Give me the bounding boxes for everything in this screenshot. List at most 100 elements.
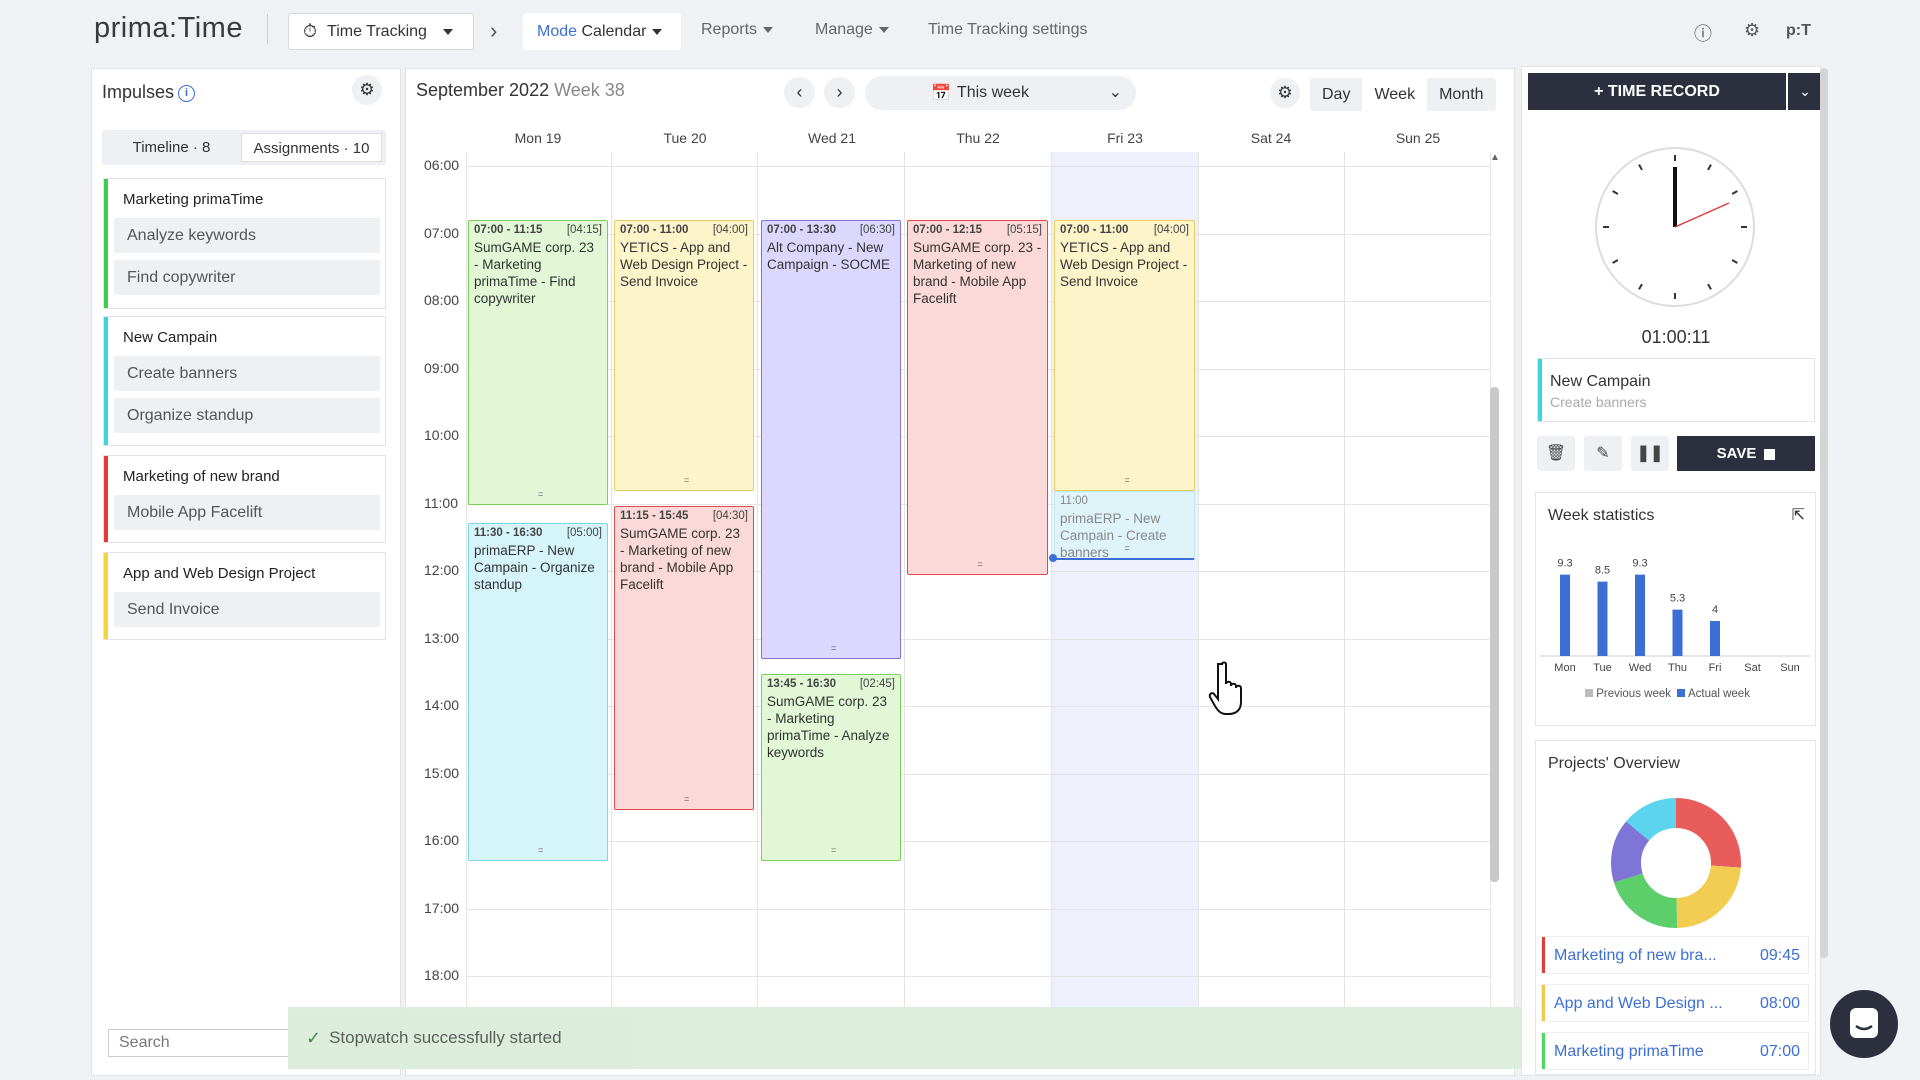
gear-icon[interactable]: ⚙ — [1744, 20, 1760, 41]
assignment-item[interactable]: Organize standup — [114, 398, 380, 433]
stat-day-label: Thu — [1668, 662, 1687, 674]
assignment-group: App and Web Design Project Send Invoice — [103, 552, 386, 640]
hour-line — [466, 841, 1491, 842]
stop-icon — [1764, 448, 1776, 460]
stat-value-label: 9.3 — [1557, 558, 1572, 570]
app-logo[interactable]: prima:Time — [94, 12, 268, 45]
impulses-tabs: Timeline · 8 Assignments · 10 — [102, 130, 386, 165]
calendar-grid[interactable]: 06:00 07:00 08:00 09:00 10:00 11:00 12:00 13:00… — [416, 152, 1491, 1010]
impulses-settings-gear-icon[interactable]: ⚙ — [352, 75, 382, 105]
assignment-item[interactable]: Mobile App Facelift — [114, 495, 380, 530]
hour-label: 14:00 — [424, 697, 460, 713]
info-icon[interactable]: i — [178, 84, 196, 102]
calendar-event[interactable]: 07:00 - 13:30 [06:30] Alt Company - New C… — [761, 220, 901, 659]
search-input[interactable]: Search — [108, 1029, 294, 1057]
stopwatch-icon: ⏱ — [303, 21, 318, 41]
project-row[interactable]: Marketing of new bra... 09:45 — [1541, 936, 1809, 974]
group-title: App and Web Design Project — [123, 565, 316, 582]
hour-label: 11:00 — [424, 494, 458, 511]
stat-bar — [1560, 574, 1570, 656]
stopwatch-timer: 01:00:11 — [1641, 327, 1711, 347]
check-icon: ✓ — [306, 1027, 322, 1048]
calendar-event[interactable]: 11:30 - 16:30 [05:00] primaERP - New Camp… — [468, 523, 608, 861]
project-row[interactable]: App and Web Design ... 08:00 — [1541, 984, 1809, 1022]
hour-label: 10:00 — [424, 427, 460, 443]
mode-calendar-menu[interactable]: Mode Calendar — [523, 13, 681, 50]
stat-day-label: Sun — [1780, 662, 1800, 674]
current-time-marker — [1049, 554, 1057, 562]
assignment-item[interactable]: Analyze keywords — [114, 218, 380, 253]
reports-menu[interactable]: Reports — [701, 21, 774, 39]
group-title: Marketing of new brand — [123, 468, 280, 485]
time-record-dropdown[interactable]: ⌄ — [1788, 73, 1822, 110]
chat-button[interactable] — [1830, 990, 1898, 1058]
delete-trash-icon[interactable]: 🗑 — [1537, 436, 1575, 471]
running-event[interactable]: 11:00 primaERP - New Campain - Create ba… — [1054, 491, 1195, 560]
day-header: Tue 20 — [663, 130, 707, 146]
time-tracking-settings-link[interactable]: Time Tracking settings — [928, 21, 1087, 39]
chat-icon — [1850, 1008, 1878, 1038]
day-header: Sat 24 — [1250, 130, 1292, 146]
stat-day-label: Fri — [1708, 662, 1722, 674]
calendar-event[interactable]: 07:00 - 12:15 [05:15] SumGAME corp. 23 - … — [907, 220, 1048, 575]
next-week-button[interactable]: › — [824, 77, 855, 108]
calendar-scrollbar[interactable] — [1490, 387, 1499, 882]
calendar-event[interactable]: 11:15 - 15:45 [04:30] SumGAME corp. 23 - … — [614, 506, 754, 810]
project-row[interactable]: Marketing primaTime 07:00 — [1541, 1032, 1809, 1070]
chevron-right-icon: › — [490, 18, 498, 43]
scroll-up-icon[interactable]: ▲ — [1490, 152, 1500, 163]
calendar-event[interactable]: 07:00 - 11:15 [04:15] SumGAME corp. 23 - … — [468, 220, 608, 505]
user-avatar[interactable]: p:T — [1786, 22, 1811, 40]
current-task-card[interactable]: New Campain Create banners — [1537, 358, 1815, 422]
hour-line — [466, 908, 1491, 910]
assignment-item[interactable]: Send Invoice — [114, 592, 380, 627]
pause-icon[interactable]: ❚❚ — [1631, 436, 1669, 471]
stat-bar — [1635, 574, 1645, 656]
projects-overview-title: Projects' Overview — [1548, 755, 1680, 772]
calendar-event[interactable]: 07:00 - 11:00 [04:00] YETICS - App and We… — [614, 220, 754, 491]
add-time-record-button[interactable]: + TIME RECORD — [1528, 73, 1786, 110]
prev-week-button[interactable]: ‹ — [784, 77, 815, 108]
success-toast: ✓ Stopwatch successfully started — [288, 1007, 1632, 1069]
info-icon[interactable]: ⓘ — [1694, 20, 1712, 46]
external-link-icon[interactable]: ⇱ — [1792, 505, 1805, 525]
assignment-item[interactable]: Find copywriter — [114, 260, 380, 295]
stat-value-label: 8.5 — [1595, 565, 1610, 577]
assignment-item[interactable]: Create banners — [114, 356, 380, 391]
edit-icon[interactable]: ✎ — [1584, 436, 1622, 471]
calendar-event[interactable]: 07:00 - 11:00 [04:00] YETICS - App and We… — [1054, 220, 1195, 491]
hour-label: 09:00 — [424, 359, 460, 376]
this-week-select[interactable]: 📅 This week ⌄ — [865, 76, 1136, 110]
calendar-event[interactable]: 13:45 - 16:30 [02:45] SumGAME corp. 23 - … — [761, 674, 901, 861]
assignment-group: New Campain Create banners Organize stan… — [103, 316, 386, 446]
caret-down-icon — [878, 26, 889, 33]
assignment-group: Marketing of new brand Mobile App Faceli… — [103, 455, 386, 543]
calendar-icon: 📅 — [931, 85, 951, 102]
hour-line — [466, 976, 1491, 977]
week-statistics-title: Week statistics — [1548, 507, 1655, 524]
manage-menu[interactable]: Manage — [815, 21, 889, 39]
view-week-button[interactable]: Week — [1362, 78, 1428, 111]
save-button[interactable]: SAVE — [1677, 436, 1815, 471]
stat-bar — [1597, 581, 1608, 656]
stat-day-label: Mon — [1554, 662, 1576, 674]
calendar-settings-gear-icon[interactable]: ⚙ — [1270, 78, 1300, 108]
group-title: New Campain — [123, 329, 218, 346]
caret-down-icon — [652, 28, 663, 35]
tab-assignments[interactable]: Assignments · 10 — [241, 133, 382, 162]
right-panel-scrollbar[interactable] — [1820, 68, 1828, 958]
day-header: Mon 19 — [514, 130, 562, 146]
view-day-button[interactable]: Day — [1310, 78, 1362, 111]
projects-donut-chart — [1611, 798, 1741, 928]
tab-timeline[interactable]: Timeline · 8 — [102, 133, 241, 162]
stat-day-label: Sat — [1744, 662, 1761, 674]
time-tracking-label: Time Tracking — [327, 22, 427, 40]
hour-label: 18:00 — [424, 967, 460, 983]
view-month-button[interactable]: Month — [1427, 78, 1495, 111]
current-project: New Campain — [1550, 373, 1651, 390]
day-header: Thu 22 — [956, 130, 1000, 146]
stat-day-label: Tue — [1593, 662, 1612, 674]
time-tracking-menu[interactable]: ⏱ Time Tracking — [288, 13, 474, 50]
hour-label: 16:00 — [424, 832, 460, 848]
stat-day-label: Wed — [1628, 662, 1652, 674]
